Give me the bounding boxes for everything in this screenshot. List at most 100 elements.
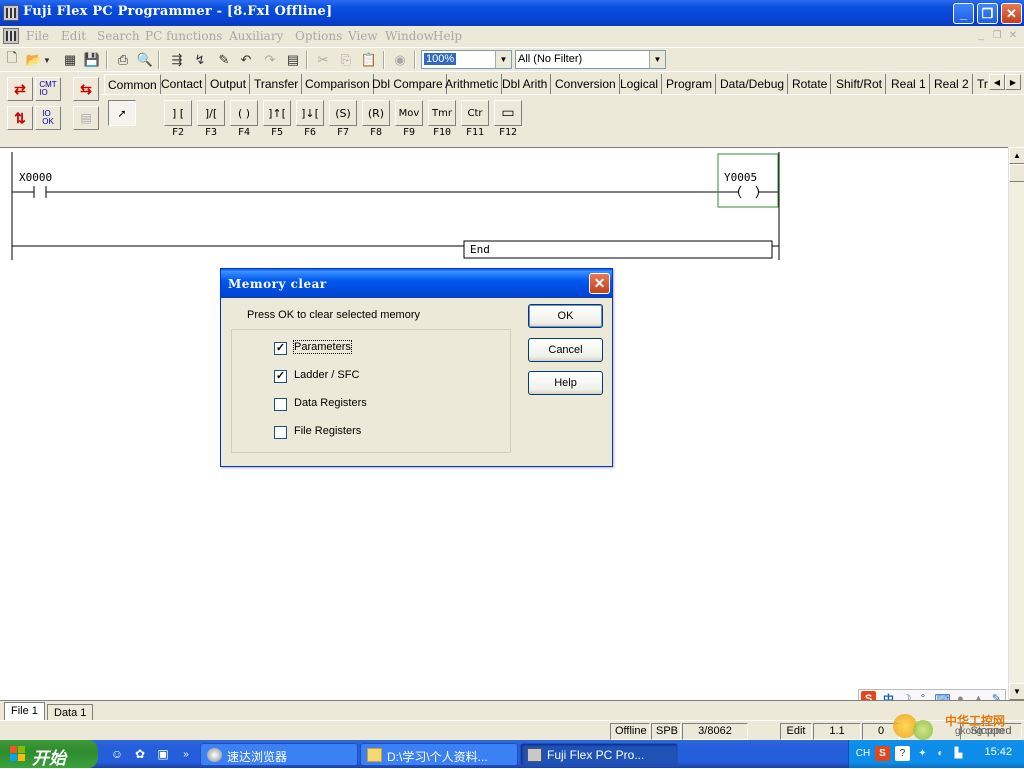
compile-icon[interactable]: ⇶ — [167, 50, 187, 70]
tab-dbl-arith[interactable]: Dbl Arith — [499, 74, 552, 94]
start-button[interactable]: 开始 — [0, 740, 98, 768]
option-label[interactable]: File Registers — [294, 425, 361, 437]
io-ok-button[interactable]: IO OK — [35, 106, 61, 130]
tab-program[interactable]: Program — [663, 74, 717, 94]
monitor-icon[interactable]: ◉ — [390, 50, 410, 70]
quicklaunch-app-icon[interactable]: ▣ — [155, 746, 171, 762]
menu-options[interactable]: Options — [295, 29, 342, 43]
instr-nc-contact-button[interactable]: ]/[ — [197, 100, 225, 126]
instr-set-coil-button[interactable]: (S) — [329, 100, 357, 126]
taskbar-folder[interactable]: D:\学习\个人资料... — [360, 743, 518, 766]
restore-icon[interactable]: ❐ — [977, 3, 998, 24]
vertical-scrollbar[interactable]: ▲ ▼ — [1008, 147, 1024, 700]
redo-icon[interactable]: ↷ — [260, 50, 280, 70]
menu-view[interactable]: View — [348, 29, 378, 43]
document-icon[interactable] — [3, 28, 19, 44]
select-pointer-icon[interactable]: ➚ — [108, 100, 136, 126]
menu-help[interactable]: Help — [433, 29, 462, 43]
comment-io-button[interactable]: CMT IO — [35, 77, 61, 101]
instr-coil-button[interactable]: ( ) — [230, 100, 258, 126]
menu-search[interactable]: Search — [97, 29, 140, 43]
taskbar-browser[interactable]: 速达浏览器 — [200, 743, 358, 766]
cut-icon[interactable]: ✂ — [313, 50, 333, 70]
tab-contact[interactable]: Contact — [158, 74, 207, 94]
end-instruction[interactable]: End — [470, 243, 490, 256]
delete-rung-icon[interactable]: ⇆ — [73, 77, 99, 101]
network-icon[interactable]: ▙ — [951, 746, 966, 761]
insert-branch-icon[interactable]: ⇅ — [7, 106, 33, 130]
save-icon[interactable]: 💾 — [82, 50, 102, 70]
scroll-thumb[interactable] — [1009, 164, 1024, 182]
tab-tr[interactable]: Tr — [974, 74, 988, 94]
tab-real-1[interactable]: Real 1 — [888, 74, 930, 94]
option-label[interactable]: Ladder / SFC — [294, 369, 359, 381]
tab-dbl-compare[interactable]: Dbl Compare — [369, 74, 447, 94]
print-icon[interactable]: ⎙ — [113, 50, 133, 70]
menu-auxiliary[interactable]: Auxiliary — [229, 29, 283, 43]
check-icon[interactable]: ✎ — [214, 50, 234, 70]
tray-app-icon[interactable]: ◐ — [933, 746, 948, 761]
print-preview-icon[interactable]: 🔍 — [135, 50, 155, 70]
clipboard-icon[interactable]: ▤ — [283, 50, 303, 70]
paste-icon[interactable]: 📋 — [359, 50, 379, 70]
tab-common[interactable]: Common — [104, 74, 161, 94]
checkbox-data-registers[interactable] — [274, 398, 287, 411]
mdi-restore-icon[interactable]: ❐ — [990, 29, 1004, 42]
menu-edit[interactable]: Edit — [61, 29, 86, 43]
filter-select[interactable]: All (No Filter) ▼ — [515, 50, 666, 69]
dialog-title-bar[interactable]: Memory clear ✕ — [221, 269, 612, 298]
close-icon[interactable]: ✕ — [1001, 3, 1022, 24]
tab-transfer[interactable]: Transfer — [251, 74, 303, 94]
plc-icon[interactable]: ▦ — [60, 50, 80, 70]
app-icon[interactable] — [3, 5, 19, 21]
open-folder-icon[interactable]: 📂 — [24, 50, 44, 70]
sheet-tab-data-1[interactable]: Data 1 — [47, 704, 94, 721]
option-label[interactable]: Data Registers — [294, 397, 367, 409]
instr-function-block-button[interactable]: ▭ — [494, 100, 522, 126]
zoom-select[interactable]: 100% ▼ — [421, 50, 512, 69]
instr-ctr-button[interactable]: Ctr — [461, 100, 489, 126]
language-indicator[interactable]: CH — [853, 746, 873, 761]
tab-rotate[interactable]: Rotate — [789, 74, 832, 94]
tab-conversion[interactable]: Conversion — [552, 74, 620, 94]
tab-data-debug[interactable]: Data/Debug — [717, 74, 789, 94]
insert-rung-icon[interactable]: ⇄ — [7, 77, 33, 101]
new-file-icon[interactable]: 🗋 — [2, 50, 22, 70]
instr-tmr-button[interactable]: Tmr — [428, 100, 456, 126]
copy-icon[interactable]: ⎘ — [336, 50, 356, 70]
checkbox-parameters[interactable]: ✓ — [274, 342, 287, 355]
option-label[interactable]: Parameters — [293, 340, 352, 354]
scroll-down-icon[interactable]: ▼ — [1009, 683, 1024, 700]
ok-button[interactable]: OK — [528, 304, 603, 328]
tab-scroll-right-icon[interactable]: ▶ — [1005, 74, 1021, 90]
chevron-down-icon[interactable]: ▼ — [495, 51, 511, 68]
instr-falling-edge-button[interactable]: ]↓[ — [296, 100, 324, 126]
help-button[interactable]: Help — [528, 371, 603, 395]
download-icon[interactable]: ↯ — [190, 50, 210, 70]
tab-real-2[interactable]: Real 2 — [931, 74, 973, 94]
instr-rising-edge-button[interactable]: ]↑[ — [263, 100, 291, 126]
open-dropdown-icon[interactable]: ▼ — [42, 50, 52, 70]
tab-shift-rot[interactable]: Shift/Rot — [833, 74, 887, 94]
checkbox-file-registers[interactable] — [274, 426, 287, 439]
tab-comparison[interactable]: Comparison — [302, 74, 374, 94]
instr-no-contact-button[interactable]: ] [ — [164, 100, 192, 126]
help-icon[interactable]: ? — [895, 746, 910, 761]
mdi-minimize-icon[interactable]: _ — [974, 29, 988, 42]
menu-file[interactable]: File — [26, 29, 49, 43]
mdi-close-icon[interactable]: ✕ — [1006, 29, 1020, 42]
contact-address[interactable]: X0000 — [19, 171, 52, 184]
minimize-icon[interactable]: _ — [953, 3, 974, 24]
taskbar-fuji-programmer[interactable]: Fuji Flex PC Pro... — [520, 743, 678, 766]
checkbox-ladder-sfc[interactable]: ✓ — [274, 370, 287, 383]
coil-address[interactable]: Y0005 — [724, 171, 757, 184]
tab-logical[interactable]: Logical — [617, 74, 663, 94]
instr-mov-button[interactable]: Mov — [395, 100, 423, 126]
menu-window[interactable]: Window — [385, 29, 434, 43]
clock[interactable]: 15:42 — [984, 746, 1012, 758]
quicklaunch-app-icon[interactable]: ✿ — [132, 746, 148, 762]
sheet-tab-file-1[interactable]: File 1 — [4, 702, 45, 721]
tray-app-icon[interactable]: ✦ — [915, 746, 930, 761]
menu-pc-functions[interactable]: PC functions — [145, 29, 222, 43]
scroll-up-icon[interactable]: ▲ — [1009, 147, 1024, 164]
